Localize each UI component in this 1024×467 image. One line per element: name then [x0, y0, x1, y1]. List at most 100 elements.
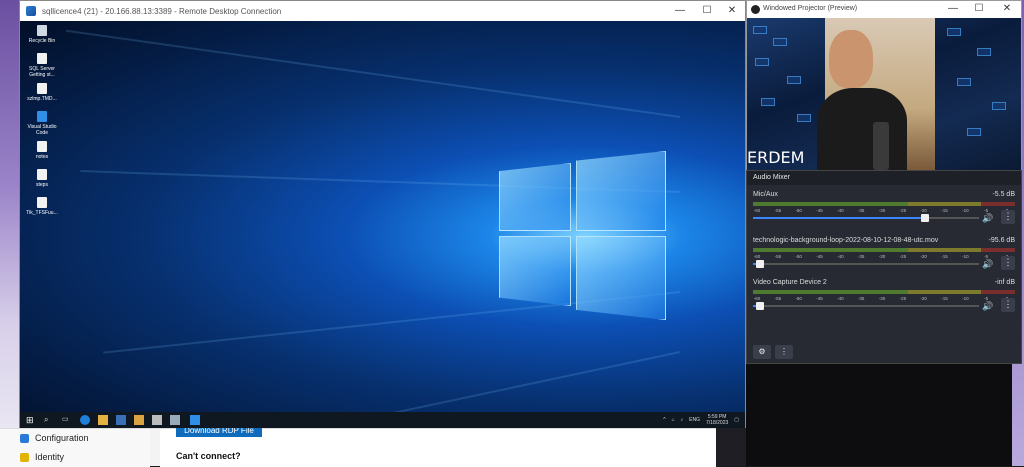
powershell-icon[interactable] — [116, 415, 126, 425]
app-icon[interactable] — [170, 415, 180, 425]
volume-meter — [753, 290, 1015, 294]
document-icon — [37, 141, 47, 152]
volume-icon[interactable]: ♪ — [681, 417, 684, 423]
speaker-icon[interactable]: 🔊 — [982, 301, 993, 312]
notification-icon[interactable]: ▢ — [734, 417, 739, 423]
rdp-title-bar[interactable]: sqllicence4 (21) - 20.166.88.13:3389 - R… — [20, 1, 745, 21]
network-icon[interactable]: ⌂ — [672, 417, 675, 423]
scale-tick-label: -30 — [878, 208, 886, 213]
scale-tick-label: -60 — [753, 296, 761, 301]
volume-slider[interactable] — [753, 260, 979, 268]
scale-tick-label: -40 — [837, 254, 844, 259]
ssms-icon[interactable] — [134, 415, 144, 425]
mixer-settings-button[interactable]: ⚙ — [753, 345, 771, 359]
desktop-icon-notes[interactable]: notes — [22, 141, 62, 160]
volume-slider-handle[interactable] — [755, 302, 764, 310]
channel-db-readout: -95.6 dB — [988, 237, 1015, 244]
speaker-icon[interactable]: 🔊 — [982, 259, 993, 270]
channel-menu-button[interactable]: ⋮ — [1001, 298, 1015, 312]
windows-logo-pane — [499, 236, 571, 306]
scale-tick-label: -60 — [753, 208, 761, 213]
windowed-projector[interactable]: Windowed Projector (Preview) — ☐ ✕ ERDEM — [746, 0, 1022, 170]
desktop-icon-vscode[interactable]: Visual Studio Code — [22, 111, 62, 136]
gear-icon: ⚙ — [758, 347, 766, 356]
background-cube — [753, 26, 767, 34]
host-window-edge — [0, 0, 20, 466]
volume-slider-handle[interactable] — [755, 260, 764, 268]
desktop-icon-file[interactable]: szlmp.TMD... — [22, 83, 62, 102]
scale-tick-label: -10 — [962, 208, 969, 213]
desktop-icon-steps[interactable]: steps — [22, 169, 62, 188]
mixer-channel: technologic-background-loop-2022-08-10-1… — [753, 237, 1015, 281]
mixer-channel: Video Capture Device 2 -inf dB -60 -55 -50 -4… — [753, 279, 1015, 323]
scale-tick-label: -60 — [753, 254, 761, 259]
document-icon — [37, 83, 47, 94]
scale-tick-label: -30 — [878, 254, 886, 259]
desktop-icon-recycle-bin[interactable]: Recycle Bin — [22, 25, 62, 44]
meter-segment-red — [980, 202, 1015, 206]
desktop-icon-sql-server[interactable]: SQL Server Getting st... — [22, 53, 62, 78]
desktop-icon-label: szlmp.TMD... — [27, 96, 57, 102]
document-icon — [37, 53, 47, 64]
volume-slider-handle[interactable] — [920, 214, 929, 222]
windows-logo-pane — [576, 151, 666, 231]
scale-tick-label: -55 — [774, 296, 782, 301]
scale-tick-label: -35 — [857, 208, 865, 213]
scale-tick-label: -45 — [816, 208, 823, 213]
sidebar-item-configuration[interactable]: Configuration — [20, 433, 89, 443]
edge-icon[interactable] — [80, 415, 90, 425]
azure-portal-panel: Configuration Identity Download RDP File… — [0, 425, 716, 467]
meter-segment-red — [980, 248, 1015, 252]
system-tray: ^ ⌂ ♪ ENG 5:59 PM 7/18/2023 ▢ — [663, 414, 739, 426]
sidebar-item-identity[interactable]: Identity — [20, 452, 64, 462]
meter-segment-yellow — [907, 202, 981, 206]
channel-menu-button[interactable]: ⋮ — [1001, 256, 1015, 270]
maximize-button[interactable]: ☐ — [969, 2, 989, 16]
app-icon[interactable] — [152, 415, 162, 425]
search-icon[interactable]: ⌕ — [44, 415, 54, 425]
volume-slider[interactable] — [753, 214, 979, 222]
meter-segment-yellow — [907, 290, 981, 294]
desktop-icon-label: steps — [36, 182, 48, 188]
scale-tick-label: -45 — [816, 254, 823, 259]
task-view-icon[interactable]: ▭ — [62, 415, 72, 425]
channel-name: Video Capture Device 2 — [753, 279, 827, 286]
speaker-icon[interactable]: 🔊 — [982, 213, 993, 224]
vscode-icon[interactable] — [190, 415, 200, 425]
volume-meter — [753, 248, 1015, 252]
audio-mixer-title: Audio Mixer — [747, 171, 1021, 185]
azure-main-content: Download RDP File Can't connect? — [160, 425, 716, 467]
start-button[interactable]: ⊞ — [26, 415, 36, 425]
remote-desktop-window[interactable]: sqllicence4 (21) - 20.166.88.13:3389 - R… — [19, 0, 746, 428]
close-button[interactable]: ✕ — [722, 4, 742, 18]
background-cube — [797, 114, 811, 122]
scale-tick-label: -35 — [857, 296, 865, 301]
background-cube — [967, 128, 981, 136]
background-cube — [977, 48, 991, 56]
file-explorer-icon[interactable] — [98, 415, 108, 425]
clock[interactable]: 5:59 PM 7/18/2023 — [706, 414, 728, 426]
language-indicator[interactable]: ENG — [689, 417, 700, 423]
desktop-icon-file-2[interactable]: Tik_TFSFuu... — [22, 197, 62, 216]
kebab-icon: ⋮ — [780, 347, 788, 356]
windows-logo-pane — [576, 236, 666, 320]
channel-db-readout: -inf dB — [994, 279, 1015, 286]
remote-desktop-wallpaper[interactable]: Recycle Bin SQL Server Getting st... szl… — [20, 21, 745, 412]
projector-title: Windowed Projector (Preview) — [763, 5, 858, 12]
background-cube — [992, 102, 1006, 110]
scale-tick-label: -35 — [857, 254, 865, 259]
sidebar-item-label: Configuration — [35, 433, 89, 443]
scale-tick-label: -20 — [920, 254, 927, 259]
desktop-icon-label: notes — [35, 154, 49, 160]
chevron-up-icon[interactable]: ^ — [663, 417, 665, 423]
close-button[interactable]: ✕ — [997, 2, 1017, 16]
desktop-icon-label: SQL Server Getting st... — [29, 66, 55, 78]
projector-title-bar[interactable]: Windowed Projector (Preview) — ☐ ✕ — [747, 1, 1021, 18]
desktop-icon-label: Visual Studio Code — [27, 124, 57, 136]
minimize-button[interactable]: — — [670, 4, 690, 18]
volume-slider[interactable] — [753, 302, 979, 310]
maximize-button[interactable]: ☐ — [697, 4, 717, 18]
channel-menu-button[interactable]: ⋮ — [1001, 210, 1015, 224]
minimize-button[interactable]: — — [943, 2, 963, 16]
mixer-menu-button[interactable]: ⋮ — [775, 345, 793, 359]
